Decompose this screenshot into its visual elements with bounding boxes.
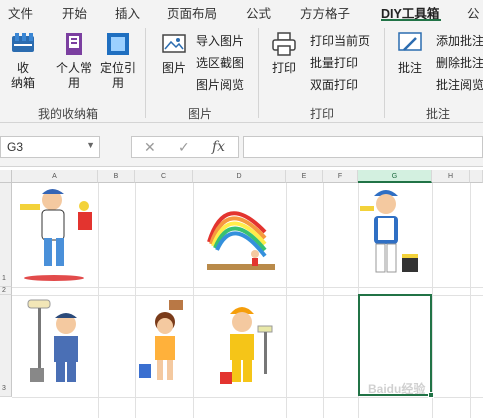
select-screenshot-button[interactable]: 选区截图 (196, 52, 244, 72)
locate-reference-label: 定位引 用 (99, 61, 136, 90)
add-comment-label: 添加批注 (436, 33, 483, 48)
active-tab-indicator (381, 19, 441, 21)
grid-line (12, 287, 483, 288)
name-box-value: G3 (7, 140, 24, 154)
comment-button[interactable]: 批注 (392, 30, 428, 76)
column-header-extra[interactable] (470, 170, 483, 183)
group-label-picture: 图片 (188, 107, 213, 121)
collect-box-label: 收 纳箱 (10, 61, 35, 90)
worker-roller-picture-a3[interactable] (22, 298, 98, 390)
row-header-1[interactable]: 1 (0, 183, 12, 287)
grid-line (432, 183, 433, 418)
comment-label: 批注 (397, 61, 422, 75)
delete-comment-label: 删除批注 (436, 55, 483, 70)
print-current-page-label: 打印当前页 (310, 33, 371, 48)
duplex-print-button[interactable]: 双面打印 (310, 74, 358, 94)
grid-line (193, 183, 194, 418)
print-current-page-button[interactable]: 打印当前页 (310, 30, 370, 50)
column-header-h[interactable]: H (432, 170, 470, 183)
fill-handle[interactable] (428, 392, 434, 398)
duplex-print-label: 双面打印 (310, 77, 359, 92)
column-header-c[interactable]: C (135, 170, 193, 183)
cancel-icon[interactable]: ✕ (144, 139, 156, 156)
rainbow-painter-picture-d1[interactable] (205, 184, 277, 282)
picture-browse-label: 图片阅览 (196, 77, 245, 92)
formula-controls: ✕ ✓ fx (131, 136, 239, 158)
comment-pen-icon (398, 32, 422, 51)
print-button[interactable]: 打印 (266, 30, 302, 76)
picture-button[interactable]: 图片 (156, 30, 192, 76)
printer-icon (272, 32, 296, 56)
personal-frequent-button[interactable]: 个人常 用 (52, 30, 96, 91)
comment-browse-label: 批注阅览 (436, 77, 483, 92)
ribbon: 收 纳箱 个人常 用 定位引 用 我的收纳箱 图片 导入图片 选区截图 图片阅览… (0, 22, 483, 123)
ribbon-separator (258, 28, 259, 118)
group-label-mybox: 我的收纳箱 (38, 107, 99, 121)
group-label-comment: 批注 (426, 107, 451, 121)
collect-box-button[interactable]: 收 纳箱 (4, 30, 42, 91)
picture-browse-button[interactable]: 图片阅览 (196, 74, 244, 94)
personal-frequent-label: 个人常 用 (55, 61, 92, 90)
group-label-print: 打印 (310, 107, 335, 121)
confirm-icon[interactable]: ✓ (178, 139, 190, 156)
import-picture-label: 导入图片 (196, 33, 245, 48)
worksheet-grid: A B C D E F G H 1 2 3 Baidu经验 (0, 170, 483, 418)
tab-more[interactable]: 公 (467, 3, 480, 22)
grid-line (286, 183, 287, 418)
tab-file[interactable]: 文件 (8, 3, 33, 22)
watermark-logo: Baidu经验 (368, 382, 426, 396)
grid-line (323, 183, 324, 418)
picture-icon (162, 34, 186, 53)
name-box[interactable]: G3 ▼ (0, 136, 100, 158)
add-comment-button[interactable]: 添加批注 (436, 30, 483, 50)
girl-painter-picture-c3[interactable] (135, 298, 193, 390)
batch-print-button[interactable]: 批量打印 (310, 52, 358, 72)
tab-formulas[interactable]: 公式 (246, 3, 271, 22)
import-picture-button[interactable]: 导入图片 (196, 30, 244, 50)
grid-line (12, 397, 483, 398)
yellow-painter-picture-d3[interactable] (214, 298, 276, 390)
print-label: 打印 (271, 61, 296, 75)
formula-input[interactable] (243, 136, 483, 158)
ribbon-separator (145, 28, 146, 118)
tab-ffcell[interactable]: 方方格子 (300, 3, 350, 22)
ribbon-separator (384, 28, 385, 118)
toolbox-icon (12, 33, 34, 52)
column-header-d[interactable]: D (193, 170, 286, 183)
batch-print-label: 批量打印 (310, 55, 359, 70)
comment-browse-button[interactable]: 批注阅览 (436, 74, 483, 94)
row-header-3[interactable]: 3 (0, 295, 12, 397)
insert-function-icon[interactable]: fx (212, 139, 225, 155)
row-header-2[interactable]: 2 (0, 287, 12, 295)
cartoon-painter-picture-a1[interactable] (14, 182, 106, 282)
locate-icon (107, 33, 129, 55)
select-all-corner[interactable] (0, 170, 12, 183)
boy-painter-picture-g1[interactable] (350, 182, 422, 284)
formula-bar: G3 ▼ ✕ ✓ fx (0, 123, 483, 167)
tab-home[interactable]: 开始 (62, 3, 87, 22)
select-screenshot-label: 选区截图 (196, 55, 245, 70)
personal-book-icon (66, 33, 82, 55)
name-box-dropdown-icon[interactable]: ▼ (86, 140, 95, 150)
tab-insert[interactable]: 插入 (115, 3, 140, 22)
menu-tab-bar: 文件 开始 插入 页面布局 公式 方方格子 DIY工具箱 公 (0, 0, 483, 22)
grid-line (470, 183, 471, 418)
column-header-e[interactable]: E (286, 170, 323, 183)
delete-comment-button[interactable]: 删除批注 (436, 52, 483, 72)
locate-reference-button[interactable]: 定位引 用 (98, 30, 138, 91)
tab-page-layout[interactable]: 页面布局 (167, 3, 217, 22)
picture-label: 图片 (161, 61, 186, 75)
